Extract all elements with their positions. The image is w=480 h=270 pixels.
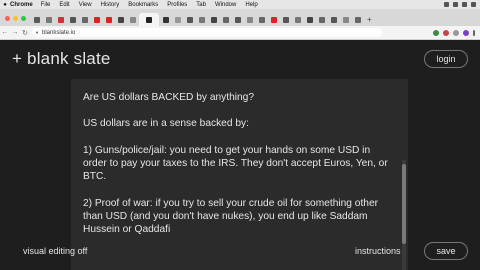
tab-favicon-icon [57,16,64,23]
tab-favicon-icon [117,16,124,23]
menu-history[interactable]: History [101,2,120,8]
search-icon[interactable] [462,2,467,7]
browser-tab-strip: + [0,9,480,26]
tab-favicon-icon [81,16,88,23]
instructions-link[interactable]: instructions [355,246,401,256]
tab-favicon-icon [186,16,193,23]
tab-favicon-icon [354,16,361,23]
tab-favicon-icon [270,16,277,23]
tab-favicon-icon [129,16,136,23]
browser-tab[interactable] [232,13,243,26]
browser-tab[interactable] [220,13,231,26]
save-button[interactable]: save [424,242,468,260]
apple-icon[interactable]: ● [0,2,10,8]
browser-tab[interactable] [316,13,327,26]
browser-tab[interactable] [328,13,339,26]
battery-icon[interactable] [453,2,458,7]
visual-editing-toggle[interactable]: visual editing off [23,246,87,256]
tab-favicon-icon [330,16,337,23]
browser-tab[interactable] [208,13,219,26]
extension-icon[interactable] [433,29,439,36]
extension-icons [433,29,480,36]
browser-tab[interactable] [127,13,138,26]
address-bar[interactable]: ● blankslate.io [32,28,382,37]
menu-tab[interactable]: Tab [196,2,206,8]
browser-tab[interactable] [292,13,303,26]
tab-favicon-icon [342,16,349,23]
browser-tab[interactable] [115,13,126,26]
blank-slate-page: + blank slate login Are US dollars BACKE… [0,40,480,270]
macos-menu-bar: ● Chrome File Edit View History Bookmark… [0,0,480,9]
menu-app-name[interactable]: Chrome [10,2,33,8]
back-arrow-icon[interactable]: ← [0,29,10,36]
tab-favicon-icon [93,16,100,23]
tab-favicon-icon [294,16,301,23]
tab-favicon-icon [45,16,52,23]
brand-logo[interactable]: + blank slate [12,49,111,69]
browser-tab[interactable] [67,13,78,26]
browser-tab[interactable] [340,13,351,26]
tab-favicon-icon [105,16,112,23]
minimize-window-icon[interactable] [13,16,18,21]
tab-favicon-icon [246,16,253,23]
tab-favicon-icon [69,16,76,23]
tab-favicon-icon [198,16,205,23]
wifi-icon[interactable] [444,2,449,7]
menu-bookmarks[interactable]: Bookmarks [128,2,158,8]
address-url[interactable]: blankslate.io [42,30,75,36]
browser-tab[interactable] [304,13,315,26]
tab-favicon-icon [318,16,325,23]
menu-profiles[interactable]: Profiles [167,2,187,8]
tab-favicon-icon [234,16,241,23]
extension-icon[interactable] [443,29,449,36]
window-controls [0,11,31,26]
browser-tab-active[interactable] [139,13,159,26]
tab-favicon-icon [146,16,152,23]
editor-scrollbar-thumb[interactable] [402,164,406,244]
browser-tab[interactable] [79,13,90,26]
tab-favicon-icon [174,16,181,23]
menu-help[interactable]: Help [245,2,257,8]
reload-icon[interactable]: ↻ [20,29,30,37]
login-button[interactable]: login [424,50,468,68]
menu-kebab-icon[interactable] [473,29,475,36]
browser-tab[interactable] [55,13,66,26]
zoom-window-icon[interactable] [21,16,26,21]
tab-favicon-icon [33,16,40,23]
tab-favicon-icon [210,16,217,23]
menu-edit[interactable]: Edit [59,2,69,8]
browser-tab[interactable] [31,13,42,26]
editor-text[interactable]: Are US dollars BACKED by anything? US do… [83,91,393,236]
browser-tab[interactable] [244,13,255,26]
browser-tab[interactable] [268,13,279,26]
new-tab-button[interactable]: + [367,13,372,26]
tab-favicon-icon [162,16,169,23]
browser-tab[interactable] [103,13,114,26]
status-icons [444,2,480,7]
menu-window[interactable]: Window [215,2,236,8]
browser-toolbar: ← → ↻ ● blankslate.io [0,26,480,40]
browser-tab[interactable] [43,13,54,26]
note-editor[interactable]: Are US dollars BACKED by anything? US do… [71,79,408,270]
tab-favicon-icon [258,16,265,23]
extension-icon[interactable] [453,29,459,36]
control-center-icon[interactable] [471,2,476,7]
profile-avatar[interactable] [463,29,469,36]
close-window-icon[interactable] [5,16,10,21]
menu-view[interactable]: View [79,2,92,8]
browser-tab[interactable] [91,13,102,26]
browser-tab[interactable] [184,13,195,26]
browser-tab[interactable] [172,13,183,26]
lock-icon[interactable]: ● [32,30,42,36]
tab-favicon-icon [222,16,229,23]
forward-arrow-icon[interactable]: → [10,29,20,36]
tab-favicon-icon [282,16,289,23]
browser-tab[interactable] [280,13,291,26]
browser-tab[interactable] [160,13,171,26]
tab-favicon-icon [306,16,313,23]
menu-file[interactable]: File [41,2,51,8]
browser-tab[interactable] [256,13,267,26]
browser-tab[interactable] [352,13,363,26]
browser-tab[interactable] [196,13,207,26]
